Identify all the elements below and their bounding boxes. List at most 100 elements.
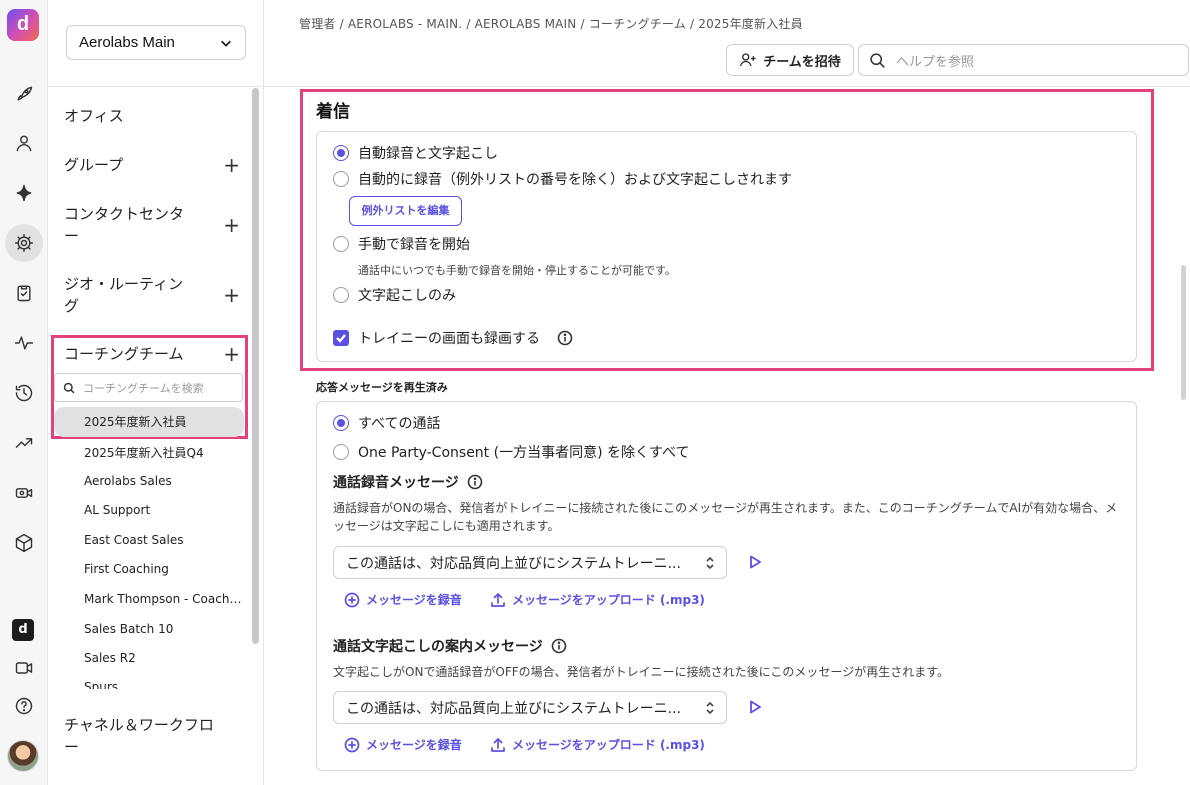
- record-message-label: メッセージを録音: [366, 738, 462, 752]
- radio-button[interactable]: [333, 171, 349, 187]
- d-app-icon[interactable]: d: [12, 619, 34, 641]
- transcription-message-description: 文字起こしがONで通話録音がOFFの場合、発信者がトレイニーに接続された後にこの…: [333, 665, 949, 679]
- radio-all-calls[interactable]: すべての通話: [333, 413, 440, 433]
- rocket-icon[interactable]: [12, 82, 36, 106]
- gear-icon[interactable]: [12, 231, 36, 255]
- radio-button[interactable]: [333, 287, 349, 303]
- upload-message-link[interactable]: メッセージをアップロード (.mp3): [490, 736, 705, 753]
- plus-circle-icon: [344, 592, 360, 607]
- record-screen-checkbox-row[interactable]: トレイニーの画面も録画する: [333, 328, 573, 348]
- search-icon: [63, 382, 75, 393]
- radio-auto-record-except-list[interactable]: 自動的に録音（例外リストの番号を除く）および文字起こしされます: [333, 169, 792, 189]
- sidebar-item-channels-workflows[interactable]: チャネル＆ワークフロー: [64, 714, 240, 758]
- sidebar-item-groups[interactable]: グループ +: [64, 154, 240, 176]
- recording-message-heading: 通話録音メッセージ: [333, 472, 483, 492]
- radio-button[interactable]: [333, 236, 349, 252]
- help-icon[interactable]: [12, 694, 36, 718]
- upload-message-label: メッセージをアップロード (.mp3): [512, 593, 705, 607]
- trending-icon[interactable]: [12, 431, 36, 455]
- team-item[interactable]: Sales R2: [84, 651, 244, 665]
- radio-manual-record[interactable]: 手動で録音を開始: [333, 234, 470, 254]
- coaching-search-input[interactable]: コーチングチームを検索: [54, 373, 243, 402]
- record-screen-checkbox[interactable]: [333, 330, 349, 346]
- record-message-link[interactable]: メッセージを録音: [344, 591, 462, 608]
- radio-transcribe-only[interactable]: 文字起こしのみ: [333, 285, 456, 305]
- play-icon[interactable]: [747, 554, 763, 570]
- info-icon[interactable]: [557, 330, 573, 346]
- record-screen-label: トレイニーの画面も録画する: [358, 331, 540, 347]
- invite-team-label: チームを招待: [763, 54, 841, 70]
- settings-sidebar: Aerolabs Main オフィス グループ + コンタクトセンター + ジオ…: [48, 0, 264, 785]
- cube-icon[interactable]: [12, 531, 36, 555]
- edit-exception-list-button[interactable]: 例外リストを編集: [349, 196, 462, 226]
- team-item[interactable]: Aerolabs Sales: [84, 474, 244, 488]
- plus-icon[interactable]: +: [223, 344, 240, 364]
- team-item[interactable]: Spurs: [84, 680, 244, 689]
- history-icon[interactable]: [12, 381, 36, 405]
- radio-button[interactable]: [333, 145, 349, 161]
- info-icon[interactable]: [551, 638, 567, 654]
- radio-button[interactable]: [333, 415, 349, 431]
- upload-message-link[interactable]: メッセージをアップロード (.mp3): [490, 591, 705, 608]
- radio-label: 手動で録音を開始: [358, 237, 470, 253]
- plus-circle-icon: [344, 737, 360, 752]
- sidebar-item-contact-center[interactable]: コンタクトセンター +: [64, 203, 240, 247]
- team-item[interactable]: Mark Thompson - Coaching: [84, 592, 244, 606]
- invite-team-button[interactable]: チームを招待: [726, 44, 854, 76]
- sidebar-item-geo-routing[interactable]: ジオ・ルーティング +: [64, 273, 240, 317]
- help-search-input[interactable]: ヘルプを参照: [858, 44, 1189, 76]
- sidebar-scrollbar[interactable]: [252, 88, 259, 644]
- radio-label: One Party-Consent (一方当事者同意) を除くすべて: [358, 445, 690, 461]
- breadcrumb[interactable]: 管理者 / AEROLABS - MAIN. / AEROLABS MAIN /…: [299, 15, 803, 32]
- sparkle-icon[interactable]: [12, 181, 36, 205]
- app-logo[interactable]: d: [7, 9, 39, 41]
- sidebar-item-label: オフィス: [64, 107, 124, 125]
- info-icon[interactable]: [467, 474, 483, 490]
- sidebar-item-label: ジオ・ルーティング: [64, 275, 184, 315]
- transcription-message-heading: 通話文字起こしの案内メッセージ: [333, 636, 567, 656]
- video-icon[interactable]: [12, 656, 36, 680]
- workspace-selector[interactable]: Aerolabs Main: [66, 25, 246, 60]
- recording-message-description: 通話録音がONの場合、発信者がトレイニーに接続された後にこのメッセージが再生され…: [333, 501, 1118, 533]
- team-item[interactable]: Sales Batch 10: [84, 622, 244, 636]
- radio-auto-record-transcribe[interactable]: 自動録音と文字起こし: [333, 143, 498, 163]
- team-item[interactable]: 2025年度新入社員Q4: [84, 444, 244, 461]
- team-item-selected[interactable]: 2025年度新入社員: [54, 407, 244, 437]
- radio-label: 自動録音と文字起こし: [358, 146, 498, 162]
- team-item[interactable]: AL Support: [84, 503, 244, 517]
- transcription-message-select[interactable]: この通話は、対応品質向上並びにシステムトレーニ...: [333, 691, 727, 724]
- avatar[interactable]: [7, 740, 39, 772]
- plus-icon[interactable]: +: [223, 285, 240, 305]
- clipboard-icon[interactable]: [12, 281, 36, 305]
- radio-label: 文字起こしのみ: [358, 288, 456, 304]
- play-icon[interactable]: [747, 699, 763, 715]
- divider: [264, 86, 1190, 87]
- manual-record-note: 通話中にいつでも手動で録音を開始・停止することが可能です。: [358, 264, 676, 277]
- chevron-up-down-icon: [706, 556, 714, 569]
- sidebar-item-label: グループ: [64, 156, 124, 174]
- transcription-message-title: 通話文字起こしの案内メッセージ: [333, 639, 543, 655]
- icon-rail: d d: [0, 0, 48, 785]
- recording-message-title: 通話録音メッセージ: [333, 475, 459, 491]
- add-user-icon: [740, 53, 756, 67]
- recording-message-select[interactable]: この通話は、対応品質向上並びにシステムトレーニ...: [333, 546, 727, 579]
- camera-settings-icon[interactable]: [12, 481, 36, 505]
- plus-icon[interactable]: +: [223, 155, 240, 175]
- radio-button[interactable]: [333, 444, 349, 460]
- divider: [48, 86, 264, 87]
- search-icon: [870, 52, 885, 68]
- search-placeholder: コーチングチームを検索: [83, 381, 204, 395]
- sidebar-item-coaching-teams[interactable]: コーチングチーム +: [64, 343, 240, 365]
- sidebar-item-office[interactable]: オフィス: [64, 105, 240, 127]
- radio-except-one-party[interactable]: One Party-Consent (一方当事者同意) を除くすべて: [333, 442, 689, 462]
- team-item[interactable]: First Coaching: [84, 562, 244, 576]
- upload-icon: [491, 592, 505, 607]
- record-message-link[interactable]: メッセージを録音: [344, 736, 462, 753]
- team-item[interactable]: East Coast Sales: [84, 533, 244, 547]
- activity-icon[interactable]: [12, 331, 36, 355]
- main-scrollbar[interactable]: [1181, 265, 1186, 400]
- sidebar-item-label: コンタクトセンター: [64, 205, 185, 245]
- user-icon[interactable]: [12, 131, 36, 155]
- plus-icon[interactable]: +: [223, 215, 240, 235]
- upload-message-label: メッセージをアップロード (.mp3): [512, 738, 705, 752]
